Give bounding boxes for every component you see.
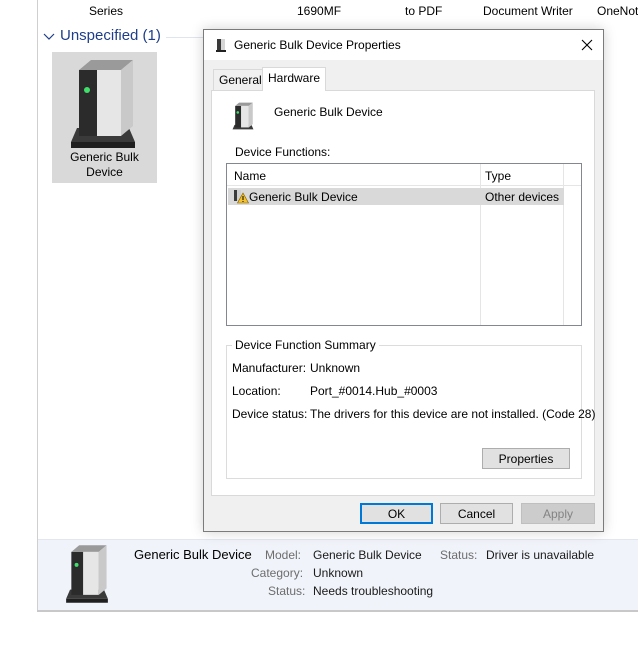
device-labels-strip: Series 1690MF to PDF Document Writer One… — [0, 0, 638, 22]
tab-hardware[interactable]: Hardware — [262, 67, 327, 91]
details-status-value: Driver is unavailable — [486, 548, 595, 562]
function-type: Other devices — [485, 190, 560, 204]
generic-device-icon — [230, 102, 256, 135]
details-category-value: Unknown — [313, 566, 364, 580]
device-label[interactable]: Series — [89, 4, 123, 18]
details-model-value: Generic Bulk Device — [313, 548, 422, 562]
properties-button[interactable]: Properties — [482, 448, 570, 469]
column-header-type[interactable]: Type — [485, 169, 511, 183]
warning-device-icon — [233, 189, 250, 207]
details-category-label: Category: — [251, 566, 304, 580]
device-name-heading: Generic Bulk Device — [274, 105, 383, 119]
generic-device-icon — [67, 58, 139, 153]
list-header: Name Type — [227, 164, 581, 186]
device-label[interactable]: OneNot — [597, 4, 638, 18]
chevron-down-icon[interactable] — [42, 29, 56, 43]
dialog-title: Generic Bulk Device Properties — [234, 38, 401, 52]
device-functions-list[interactable]: Name Type Generic Bulk Device Other devi… — [226, 163, 582, 326]
ok-button[interactable]: OK — [360, 503, 433, 524]
device-tile-label-line2: Device — [86, 165, 123, 179]
summary-title: Device Function Summary — [232, 338, 379, 352]
device-tile-label: Generic Bulk Device — [52, 150, 157, 180]
device-label[interactable]: to PDF — [405, 4, 442, 18]
window-bottom-edge — [37, 610, 638, 612]
generic-device-icon — [62, 544, 112, 607]
details-status2-value: Needs troubleshooting — [313, 584, 434, 598]
tab-general[interactable]: General — [213, 69, 268, 90]
details-model-label: Model: — [265, 548, 302, 562]
device-label[interactable]: Document Writer — [483, 4, 573, 18]
manufacturer-label: Manufacturer: — [232, 361, 307, 375]
device-tile-label-line1: Generic Bulk — [70, 150, 139, 164]
device-status-value: The drivers for this device are not inst… — [310, 407, 596, 421]
details-device-name: Generic Bulk Device — [134, 547, 252, 562]
location-label: Location: — [232, 384, 281, 398]
dialog-titlebar[interactable]: Generic Bulk Device Properties — [204, 30, 603, 60]
details-status-label: Status: — [440, 548, 478, 562]
cancel-button[interactable]: Cancel — [440, 503, 513, 524]
close-icon[interactable] — [571, 30, 603, 60]
location-value: Port_#0014.Hub_#0003 — [310, 384, 438, 398]
device-properties-icon — [215, 38, 229, 55]
device-label[interactable]: 1690MF — [297, 4, 341, 18]
device-status-label: Device status: — [232, 407, 308, 421]
properties-dialog: Generic Bulk Device Properties General H… — [203, 29, 604, 532]
details-status2-label: Status: — [268, 584, 306, 598]
column-header-name[interactable]: Name — [234, 169, 266, 183]
function-name: Generic Bulk Device — [249, 190, 358, 204]
apply-button[interactable]: Apply — [521, 503, 595, 524]
device-functions-label: Device Functions: — [235, 145, 331, 159]
group-header-unspecified[interactable]: Unspecified (1) — [42, 27, 161, 44]
manufacturer-value: Unknown — [310, 361, 361, 375]
group-divider — [166, 37, 206, 38]
device-tile-generic-bulk[interactable]: Generic Bulk Device — [52, 52, 157, 183]
list-item[interactable]: Generic Bulk Device Other devices — [228, 188, 564, 205]
group-title: Unspecified (1) — [60, 27, 161, 44]
